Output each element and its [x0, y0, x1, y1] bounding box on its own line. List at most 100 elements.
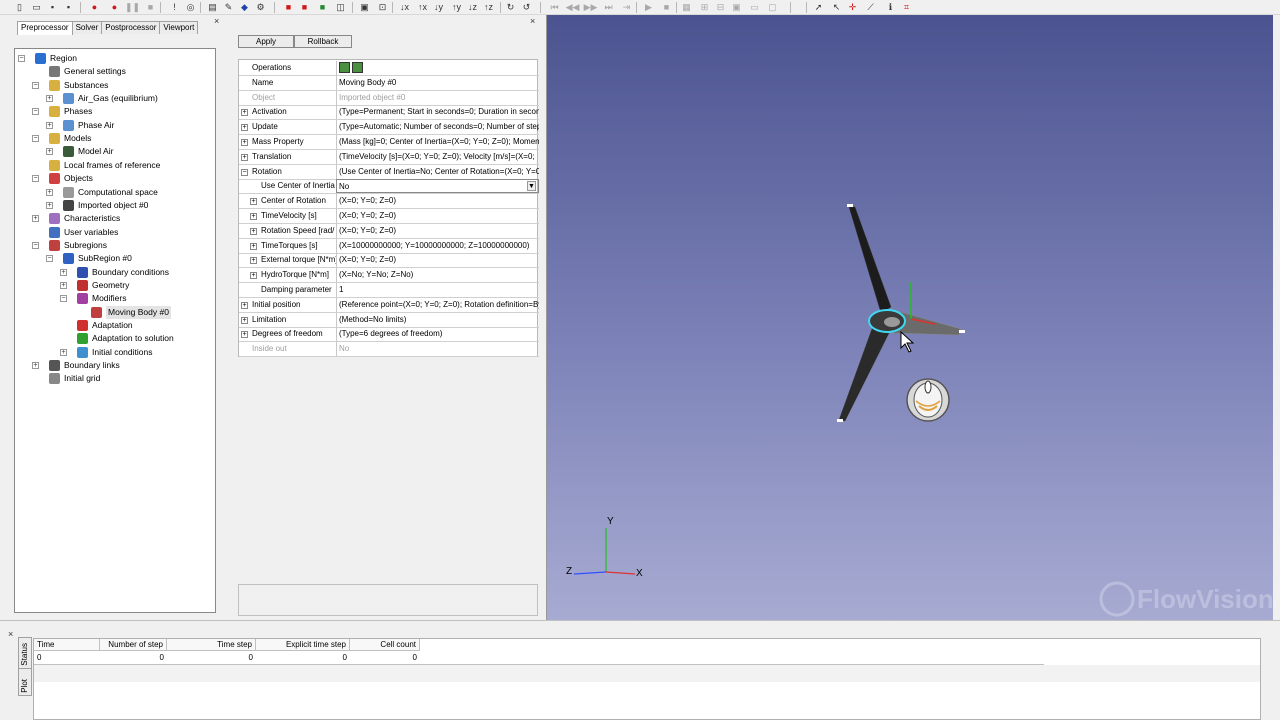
property-value[interactable]: (X=0; Y=0; Z=0) [336, 209, 539, 223]
camera-icon[interactable]: ▣ [730, 1, 743, 13]
stop-red-icon[interactable]: ● [88, 1, 101, 13]
new-file-icon[interactable]: ▯ [13, 1, 26, 13]
tree-item[interactable]: General settings [15, 65, 215, 78]
open-folder-icon[interactable]: ▭ [30, 1, 43, 13]
property-row[interactable]: + TimeVelocity [s] (X=0; Y=0; Z=0) [239, 209, 539, 224]
collapse-icon[interactable]: − [46, 255, 53, 263]
property-row[interactable]: − Rotation (Use Center of Inertia=No; Cent… [239, 164, 539, 180]
expand-icon[interactable]: + [250, 257, 257, 265]
z-plus-icon[interactable]: ↑z [482, 1, 495, 13]
tree-item[interactable]: Moving Body #0 [15, 305, 215, 319]
x-minus-icon[interactable]: ↓x [398, 1, 411, 13]
tree-item[interactable]: Adaptation to solution [15, 332, 215, 345]
out-icon[interactable]: ⊟ [714, 1, 727, 13]
probe-icon[interactable]: ✛ [846, 1, 859, 13]
prev-icon[interactable]: ◀◀ [566, 1, 580, 13]
copy-icon[interactable]: ▤ [206, 1, 219, 13]
red-box-icon[interactable]: ■ [282, 1, 295, 13]
expand-icon[interactable]: + [241, 153, 248, 161]
expand-icon[interactable]: + [241, 316, 248, 324]
property-value[interactable]: (Type=Automatic; Number of seconds=0; Nu… [336, 120, 539, 135]
tab-preprocessor[interactable]: Preprocessor [17, 21, 73, 35]
tree-item[interactable]: + Air_Gas (equilibrium) [15, 92, 215, 105]
globe-icon[interactable]: ◎ [184, 1, 197, 13]
stop-icon[interactable]: ■ [144, 1, 157, 13]
line-tool-icon[interactable]: ⟋ [864, 1, 877, 13]
save-icon[interactable]: ▪ [46, 1, 59, 13]
property-value[interactable]: (TimeVelocity [s]=(X=0; Y=0; Z=0); Veloc… [336, 149, 539, 164]
property-row[interactable]: Damping parameter 1 [239, 283, 539, 298]
apply-button[interactable]: Apply [238, 35, 294, 48]
property-value[interactable]: No [336, 342, 539, 357]
property-row[interactable]: Operations [239, 61, 539, 76]
last-icon[interactable]: ⏭ [602, 1, 615, 13]
tree-item[interactable]: User variables [15, 226, 215, 239]
tree-item[interactable]: − Substances [15, 79, 215, 92]
fast-forward-icon[interactable]: ⇥ [620, 1, 633, 13]
property-value[interactable]: (Type=6 degrees of freedom) [336, 327, 539, 342]
property-row[interactable]: Name Moving Body #0 [239, 75, 539, 91]
property-row[interactable]: + HydroTorque [N*m] (X=No; Y=No; Z=No) [239, 268, 539, 284]
property-row[interactable]: Object Imported object #0 [239, 90, 539, 106]
bottom-panel-close-icon[interactable]: × [8, 629, 13, 639]
chevron-down-icon[interactable]: ▼ [527, 181, 536, 192]
tree-item[interactable]: − Objects [15, 172, 215, 185]
expand-icon[interactable]: + [32, 362, 39, 370]
tree-item[interactable]: − Subregions [15, 239, 215, 252]
viewport-canvas[interactable]: Y X Z FlowVision [547, 15, 1273, 620]
column-header[interactable]: Time [34, 639, 100, 651]
property-row[interactable]: + Center of Rotation (X=0; Y=0; Z=0) [239, 194, 539, 210]
y-plus-icon[interactable]: ↑y [450, 1, 463, 13]
property-value[interactable]: (Mass [kg]=0; Center of Inertia=(X=0; Y=… [336, 135, 539, 149]
window-icon[interactable]: ▢ [766, 1, 779, 13]
property-row[interactable]: + Translation (TimeVelocity [s]=(X=0; Y=0;… [239, 149, 539, 165]
property-row[interactable]: + Degrees of freedom (Type=6 degrees of fr… [239, 327, 539, 343]
property-value[interactable]: (Method=No limits) [336, 312, 539, 327]
rotate-y-icon[interactable]: ↺ [520, 1, 533, 13]
property-row[interactable]: + Rotation Speed [rad/ (X=0; Y=0; Z=0) [239, 223, 539, 239]
property-row[interactable]: + Update (Type=Automatic; Number of second… [239, 120, 539, 136]
tab-status[interactable]: Status [18, 637, 32, 669]
collapse-icon[interactable]: − [32, 108, 39, 116]
collapse-icon[interactable]: − [60, 295, 67, 303]
tree-item[interactable]: + Imported object #0 [15, 199, 215, 212]
property-row[interactable]: + Activation (Type=Permanent; Start in sec… [239, 105, 539, 121]
expand-icon[interactable]: + [46, 121, 53, 129]
expand-icon[interactable]: + [60, 281, 67, 289]
tab-viewport[interactable]: Viewport [159, 21, 199, 34]
tree-item[interactable]: + Computational space [15, 186, 215, 199]
collapse-icon[interactable]: − [32, 175, 39, 183]
property-value[interactable]: (Reference point=(X=0; Y=0; Z=0); Rotati… [336, 297, 539, 312]
3d-viewport[interactable]: Y X Z FlowVision [546, 15, 1273, 620]
expand-icon[interactable]: + [250, 272, 257, 280]
settings-icon[interactable]: ⚙ [254, 1, 267, 13]
tree-item[interactable]: − Models [15, 132, 215, 145]
expand-icon[interactable]: + [241, 109, 248, 117]
properties-close-icon[interactable]: × [530, 16, 535, 26]
expand-icon[interactable]: + [250, 198, 257, 206]
property-value[interactable]: (X=No; Y=No; Z=No) [336, 268, 539, 283]
collapse-icon[interactable]: − [241, 168, 248, 176]
property-value[interactable]: (X=10000000000; Y=10000000000; Z=1000000… [336, 238, 539, 253]
next-icon[interactable]: ▶▶ [584, 1, 598, 13]
property-value[interactable]: (Use Center of Inertia=No; Center of Rot… [336, 164, 539, 179]
tree-item[interactable]: + Boundary conditions [15, 266, 215, 279]
x-plus-icon[interactable]: ↑x [416, 1, 429, 13]
tree-item[interactable]: + Phase Air [15, 119, 215, 132]
zoom-fit-icon[interactable]: ⊡ [376, 1, 389, 13]
help-icon[interactable]: ! [168, 1, 181, 13]
stop-play-icon[interactable]: ■ [660, 1, 673, 13]
tree-item[interactable]: Initial grid [15, 372, 215, 385]
expand-icon[interactable]: + [241, 124, 248, 132]
tab-postprocessor[interactable]: Postprocessor [101, 21, 161, 34]
monitor-icon[interactable]: ▭ [748, 1, 761, 13]
property-value[interactable]: (Type=Permanent; Start in seconds=0; Dur… [336, 105, 539, 120]
tree-item[interactable]: + Model Air [15, 145, 215, 158]
green-box-icon[interactable]: ■ [316, 1, 329, 13]
first-icon[interactable]: ⏮ [548, 1, 561, 13]
expand-icon[interactable]: + [46, 95, 53, 103]
record-icon[interactable]: ● [108, 1, 121, 13]
property-row[interactable]: + Limitation (Method=No limits) [239, 312, 539, 328]
rotate-x-icon[interactable]: ↻ [504, 1, 517, 13]
column-header[interactable]: Explicit time step [256, 639, 350, 651]
